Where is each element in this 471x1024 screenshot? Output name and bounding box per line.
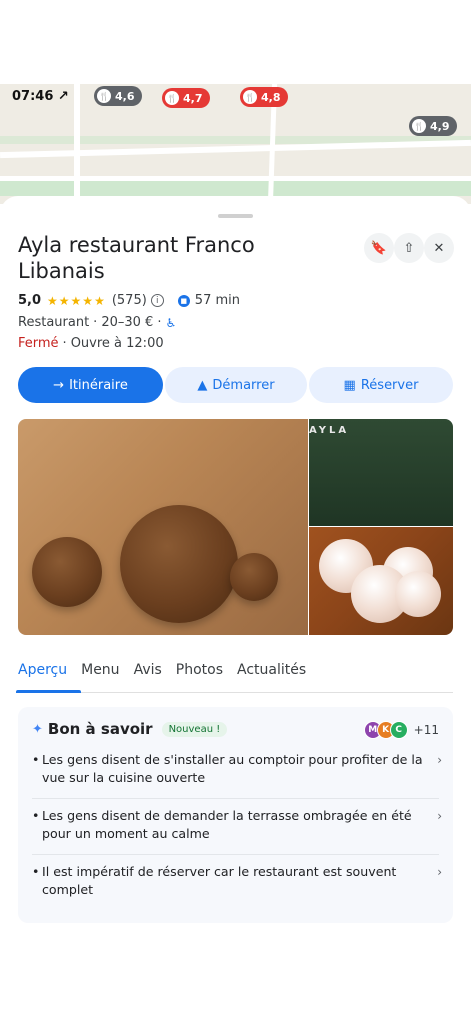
tab-actualites[interactable]: Actualités [237, 662, 306, 692]
category-row: Restaurant · 20–30 € · ♿ [18, 315, 176, 330]
dish-bowl [230, 553, 278, 601]
sheet-drag-handle[interactable] [218, 214, 253, 218]
tab-photos[interactable]: Photos [176, 662, 223, 692]
dish-bowl [120, 505, 238, 623]
map-pin-restaurant[interactable]: 🍴 4,7 [162, 88, 210, 108]
avatar: C [389, 721, 408, 739]
directions-button[interactable]: → Itinéraire [18, 367, 163, 403]
reserve-label: Réserver [360, 377, 419, 393]
close-icon: ✕ [433, 240, 445, 256]
rating-row: 5,0 ★★★★★ (575) i ■ 57 min [18, 293, 240, 308]
tab-apercu[interactable]: Aperçu [15, 662, 82, 693]
dessert-ball [395, 571, 441, 617]
sparkle-icon: ✦ [32, 721, 43, 737]
close-button[interactable]: ✕ [424, 233, 454, 263]
tip-text: Les gens disent de demander la terrasse … [42, 808, 412, 841]
reserve-button[interactable]: ▦ Réserver [309, 367, 453, 403]
fork-knife-icon: 🍴 [97, 89, 111, 103]
start-button[interactable]: ▲ Démarrer [165, 367, 307, 403]
price-range: 20–30 € [101, 315, 154, 330]
map-pin-restaurant[interactable]: 🍴 4,6 [94, 86, 142, 106]
opening-time: Ouvre à 12:00 [70, 336, 164, 351]
chevron-right-icon: › [437, 865, 442, 879]
open-status: Fermé [18, 336, 59, 351]
share-button[interactable]: ⇧ [394, 233, 424, 263]
bullet: • [32, 864, 40, 879]
photo-sign-text: AYLA [309, 425, 350, 436]
tab-menu[interactable]: Menu [81, 662, 119, 692]
divider [32, 854, 439, 855]
contributors[interactable]: M K C +11 [363, 721, 439, 739]
status-time: 07:46 ↗ [12, 89, 69, 104]
card-header: ✦ Bon à savoir Nouveau ! [32, 720, 228, 738]
pin-rating: 4,7 [183, 91, 203, 105]
star-rating: ★★★★★ [47, 293, 106, 308]
transit-icon: ■ [177, 294, 190, 307]
tab-bar: Aperçu Menu Avis Photos Actualités [15, 662, 453, 693]
pin-rating: 4,6 [115, 89, 135, 103]
rating-value: 5,0 [18, 293, 42, 308]
start-label: Démarrer [212, 377, 275, 393]
good-to-know-card: ✦ Bon à savoir Nouveau ! M K C +11 • Les… [18, 707, 453, 923]
tip-text: Les gens disent de s'installer au compto… [42, 752, 423, 785]
fork-knife-icon: 🍴 [165, 91, 179, 105]
hours-row[interactable]: Fermé · Ouvre à 12:00 [18, 336, 164, 351]
wheelchair-icon: ♿ [165, 315, 177, 330]
more-contributors-count: +11 [413, 723, 439, 737]
photo-main[interactable] [18, 419, 308, 635]
directions-label: Itinéraire [69, 377, 128, 393]
place-title: Ayla restaurant Franco Libanais [18, 233, 255, 283]
tip-item[interactable]: • Les gens disent de demander la terrass… [32, 807, 442, 843]
fork-knife-icon: 🍴 [412, 119, 426, 133]
map-pin-restaurant[interactable]: 🍴 4,9 [409, 116, 457, 136]
navigation-icon: ▲ [197, 377, 208, 393]
bullet: • [32, 808, 40, 823]
separator-dot: · [93, 315, 98, 330]
pin-rating: 4,9 [430, 119, 450, 133]
separator-dot: · [62, 336, 67, 351]
map-pin-restaurant[interactable]: 🍴 4,8 [240, 87, 288, 107]
place-category: Restaurant [18, 315, 90, 330]
reviews-count[interactable]: (575) [112, 293, 147, 308]
map-road [74, 84, 80, 204]
tip-item[interactable]: • Il est impératif de réserver car le re… [32, 863, 442, 899]
chevron-right-icon: › [437, 809, 442, 823]
dish-bowl [32, 537, 102, 607]
card-title: Bon à savoir [47, 720, 153, 738]
bookmark-icon: 🔖 [370, 240, 388, 256]
separator-dot: · [157, 315, 162, 330]
tab-avis[interactable]: Avis [134, 662, 162, 692]
place-sheet: Ayla restaurant Franco Libanais 🔖 ⇧ ✕ 5,… [0, 196, 471, 1024]
arrow-right-icon: → [53, 377, 65, 393]
photo-dessert[interactable] [309, 527, 453, 635]
travel-time: 57 min [194, 293, 240, 308]
calendar-icon: ▦ [343, 377, 356, 393]
chevron-right-icon: › [437, 753, 442, 767]
bullet: • [32, 752, 40, 767]
fork-knife-icon: 🍴 [243, 90, 257, 104]
new-badge: Nouveau ! [161, 721, 228, 737]
tip-item[interactable]: • Les gens disent de s'installer au comp… [32, 751, 442, 787]
divider [32, 798, 439, 799]
photo-storefront[interactable]: AYLA [309, 419, 453, 526]
info-icon[interactable]: i [150, 294, 164, 307]
tip-text: Il est impératif de réserver car le rest… [42, 864, 397, 897]
map-view[interactable]: 07:46 ↗ 🍴 4,6 🍴 4,7 🍴 4,8 🍴 4,9 [0, 84, 471, 204]
save-button[interactable]: 🔖 [364, 233, 394, 263]
map-park [0, 180, 471, 196]
pin-rating: 4,8 [261, 90, 281, 104]
share-icon: ⇧ [403, 240, 415, 256]
map-road [0, 176, 471, 181]
